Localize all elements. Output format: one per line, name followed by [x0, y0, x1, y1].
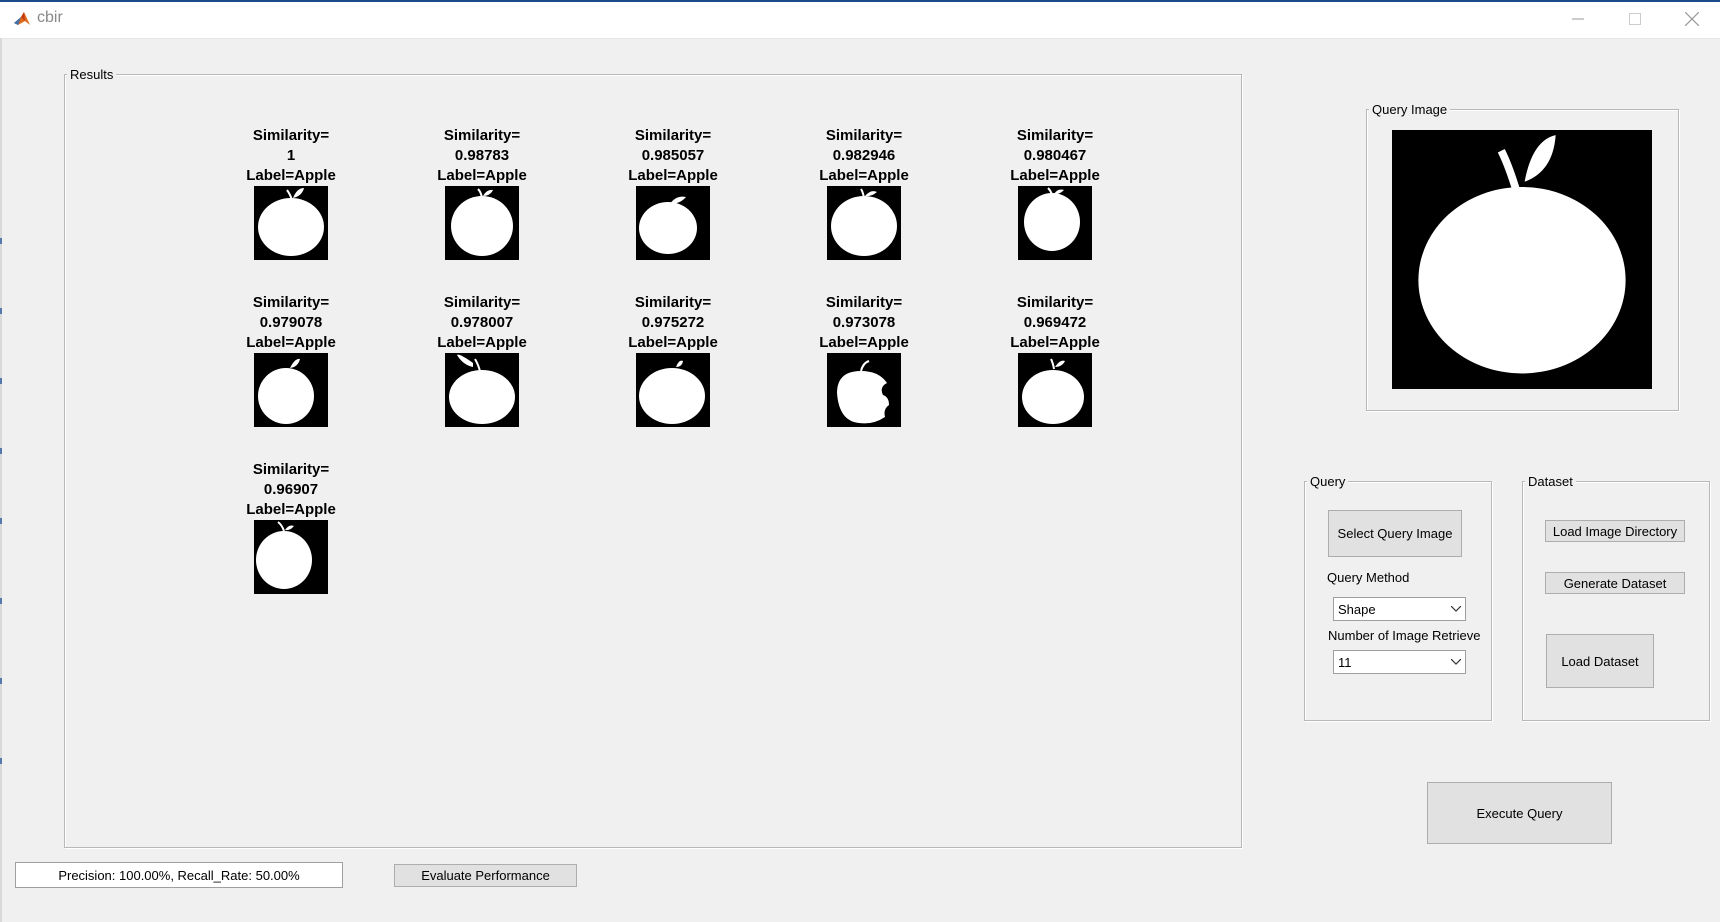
result-caption-line3: Label=Apple [246, 501, 336, 518]
apple-silhouette-icon [258, 188, 324, 256]
result-caption-line1: Similarity= [252, 461, 330, 478]
performance-status-field: Precision: 100.00%, Recall_Rate: 50.00% [15, 862, 343, 888]
result-thumbnail [445, 353, 519, 427]
result-caption-line3: Label=Apple [819, 167, 909, 184]
result-caption-line1: Similarity= [825, 127, 903, 144]
result-thumbnail [445, 186, 519, 260]
maximize-icon [1629, 13, 1641, 25]
left-window-edge [0, 38, 2, 922]
result-caption-line2: 0.979078 [259, 314, 323, 331]
result-caption-line2: 0.973078 [832, 314, 896, 331]
result-caption-line3: Label=Apple [628, 167, 718, 184]
retrieve-count-select[interactable]: 11 [1333, 650, 1466, 674]
result-item: Similarity= 0.975272 Label=Apple [598, 293, 748, 353]
apple-silhouette-icon [837, 360, 889, 424]
apple-silhouette-icon [449, 354, 515, 424]
query-method-value: Shape [1338, 602, 1376, 617]
apple-silhouette-icon [639, 196, 697, 254]
result-item: Similarity= 0.96907 Label=Apple [216, 460, 366, 520]
result-item: Similarity= 0.98783 Label=Apple [407, 126, 557, 186]
result-thumbnail [254, 520, 328, 594]
apple-silhouette-icon [1418, 135, 1626, 374]
apple-silhouette-icon [1022, 358, 1084, 424]
result-thumbnail [636, 186, 710, 260]
result-caption-line1: Similarity= [443, 127, 521, 144]
generate-dataset-button[interactable]: Generate Dataset [1545, 572, 1685, 594]
minimize-button[interactable] [1550, 4, 1606, 34]
close-button[interactable] [1664, 4, 1720, 34]
result-caption-line3: Label=Apple [628, 334, 718, 351]
result-thumbnail [254, 353, 328, 427]
result-caption-line1: Similarity= [634, 127, 712, 144]
result-thumbnail [827, 186, 901, 260]
result-caption-line1: Similarity= [634, 294, 712, 311]
result-caption-line1: Similarity= [252, 294, 330, 311]
result-item: Similarity= 1 Label=Apple [216, 126, 366, 186]
retrieve-count-label: Number of Image Retrieve [1328, 628, 1481, 643]
apple-silhouette-icon [639, 360, 705, 424]
result-caption-line3: Label=Apple [819, 334, 909, 351]
result-item: Similarity= 0.979078 Label=Apple [216, 293, 366, 353]
result-item: Similarity= 0.973078 Label=Apple [789, 293, 939, 353]
result-item: Similarity= 0.980467 Label=Apple [980, 126, 1130, 186]
result-caption-line3: Label=Apple [437, 167, 527, 184]
result-caption-line1: Similarity= [443, 294, 521, 311]
close-icon [1685, 12, 1699, 26]
evaluate-performance-button[interactable]: Evaluate Performance [394, 864, 577, 887]
results-group-label: Results [67, 67, 117, 83]
minimize-icon [1572, 18, 1584, 20]
result-thumbnail [1018, 353, 1092, 427]
result-caption-line1: Similarity= [1016, 294, 1094, 311]
result-thumbnail [1018, 186, 1092, 260]
query-method-select[interactable]: Shape [1333, 597, 1466, 621]
result-caption-line3: Label=Apple [1010, 167, 1100, 184]
result-thumbnail [827, 353, 901, 427]
matlab-icon [12, 9, 32, 29]
query-image-group-label: Query Image [1369, 102, 1451, 118]
chevron-down-icon [1447, 598, 1465, 620]
result-caption-line2: 0.978007 [450, 314, 514, 331]
result-caption-line2: 0.96907 [263, 481, 319, 498]
result-thumbnail [636, 353, 710, 427]
result-caption-line2: 1 [286, 147, 296, 164]
result-caption-line2: 0.98783 [454, 147, 510, 164]
apple-silhouette-icon [256, 521, 312, 589]
result-caption-line2: 0.985057 [641, 147, 705, 164]
result-caption-line3: Label=Apple [1010, 334, 1100, 351]
result-caption-line3: Label=Apple [437, 334, 527, 351]
result-caption-line3: Label=Apple [246, 334, 336, 351]
execute-query-button[interactable]: Execute Query [1427, 782, 1612, 844]
result-caption-line1: Similarity= [825, 294, 903, 311]
result-thumbnail [254, 186, 328, 260]
apple-silhouette-icon [831, 188, 897, 256]
select-query-image-button[interactable]: Select Query Image [1328, 510, 1462, 557]
title-accent-line [0, 0, 1720, 2]
apple-silhouette-icon [451, 188, 513, 256]
query-method-label: Query Method [1327, 570, 1410, 585]
result-caption-line2: 0.982946 [832, 147, 896, 164]
apple-silhouette-icon [258, 358, 314, 424]
result-item: Similarity= 0.969472 Label=Apple [980, 293, 1130, 353]
result-caption-line1: Similarity= [1016, 127, 1094, 144]
load-dataset-button[interactable]: Load Dataset [1546, 634, 1654, 688]
load-image-directory-button[interactable]: Load Image Directory [1545, 520, 1685, 542]
result-item: Similarity= 0.985057 Label=Apple [598, 126, 748, 186]
result-item: Similarity= 0.978007 Label=Apple [407, 293, 557, 353]
result-caption-line2: 0.975272 [641, 314, 705, 331]
result-caption-line1: Similarity= [252, 127, 330, 144]
title-bar: cbir [0, 0, 1720, 39]
dataset-group-label: Dataset [1525, 474, 1576, 490]
result-caption-line2: 0.980467 [1023, 147, 1087, 164]
maximize-button[interactable] [1607, 4, 1663, 34]
query-group-label: Query [1307, 474, 1349, 490]
result-item: Similarity= 0.982946 Label=Apple [789, 126, 939, 186]
window-title: cbir [37, 9, 63, 26]
retrieve-count-value: 11 [1338, 655, 1352, 670]
result-caption-line2: 0.969472 [1023, 314, 1087, 331]
result-caption-line3: Label=Apple [246, 167, 336, 184]
query-image [1392, 130, 1652, 389]
chevron-down-icon [1447, 651, 1465, 673]
apple-silhouette-icon [1024, 187, 1080, 251]
